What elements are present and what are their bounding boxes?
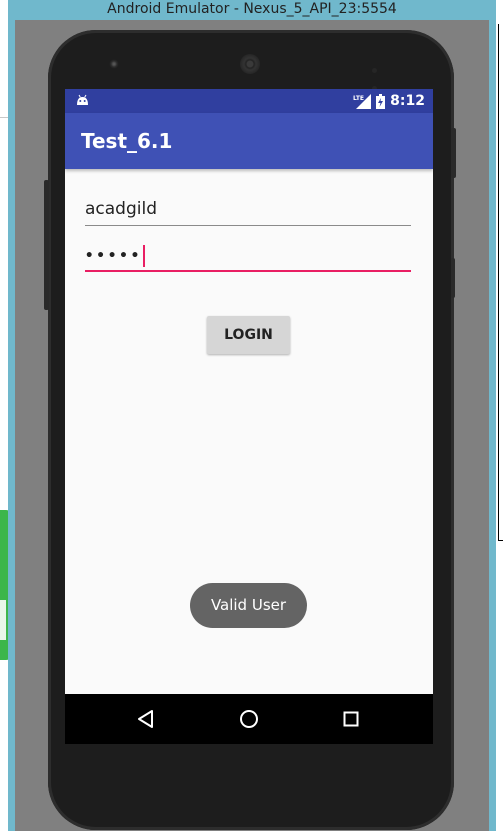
status-time: 8:12 (390, 93, 425, 109)
proximity-sensor (372, 60, 388, 91)
back-icon[interactable] (137, 709, 155, 729)
navigation-bar (65, 694, 433, 744)
window-title: Android Emulator - Nexus_5_API_23:5554 (107, 1, 397, 17)
background-window-edge (498, 24, 499, 540)
status-indicators: LTE 8:12 (353, 91, 425, 111)
background-app-fragment-highlight (0, 600, 6, 640)
toast-message: Valid User (190, 583, 307, 628)
password-field[interactable]: ••••• (85, 242, 411, 272)
power-button[interactable] (451, 128, 456, 178)
recents-icon[interactable] (343, 711, 359, 727)
password-masked-value: ••••• (85, 248, 143, 264)
network-type-label: LTE (353, 95, 364, 102)
app-toolbar: Test_6.1 (65, 113, 433, 169)
login-button[interactable]: LOGIN (207, 316, 290, 354)
home-icon[interactable] (239, 709, 259, 729)
volume-button[interactable] (451, 258, 455, 298)
background-window-edge (498, 540, 503, 541)
front-camera (109, 59, 119, 69)
status-bar: LTE 8:12 (65, 89, 433, 113)
username-field[interactable]: acadgild (85, 197, 411, 226)
device-screen: LTE 8:12 Test_6.1 acadgild ••••• LOGIN V… (65, 89, 433, 744)
text-cursor (143, 245, 146, 267)
battery-charging-icon (376, 93, 386, 109)
android-icon (77, 94, 88, 105)
username-value: acadgild (85, 199, 158, 219)
lte-signal-icon: LTE (353, 94, 372, 109)
earpiece-speaker (240, 54, 260, 74)
app-title: Test_6.1 (81, 129, 173, 153)
phone-side-button (44, 180, 49, 310)
